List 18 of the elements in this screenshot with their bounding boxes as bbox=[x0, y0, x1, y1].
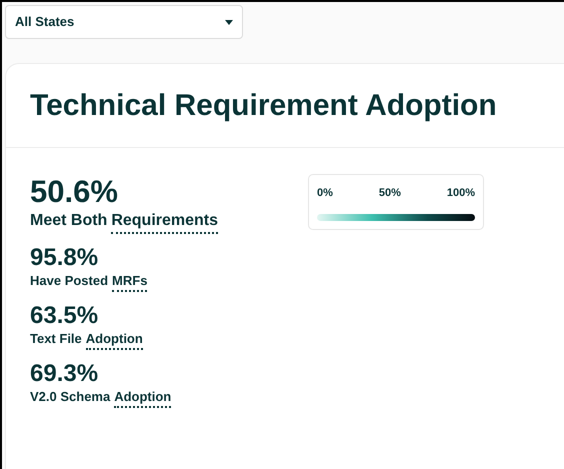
definition-term[interactable]: Adoption bbox=[86, 330, 143, 350]
definition-term[interactable]: Adoption bbox=[114, 388, 172, 408]
stat-value: 95.8% bbox=[30, 244, 100, 272]
legend-tick: 100% bbox=[446, 186, 475, 201]
stat-value: 63.5% bbox=[30, 302, 100, 330]
definition-term[interactable]: Requirements bbox=[111, 210, 218, 234]
state-dropdown[interactable]: All States bbox=[5, 5, 243, 39]
legend-tick: 0% bbox=[317, 186, 333, 201]
stat-value: 69.3% bbox=[30, 360, 100, 388]
card-title: Technical Requirement Adoption bbox=[30, 88, 497, 124]
stat-label: V2.0 Schema bbox=[30, 388, 110, 406]
stat-label: Text File bbox=[30, 330, 82, 348]
caret-icon bbox=[225, 20, 233, 24]
stat-label: Have Posted bbox=[30, 272, 108, 290]
stat-value: 50.6% bbox=[30, 174, 119, 210]
definition-term[interactable]: MRFs bbox=[112, 272, 148, 292]
stat-label: Meet Both bbox=[30, 211, 108, 231]
legend-tick: 50% bbox=[378, 186, 401, 201]
